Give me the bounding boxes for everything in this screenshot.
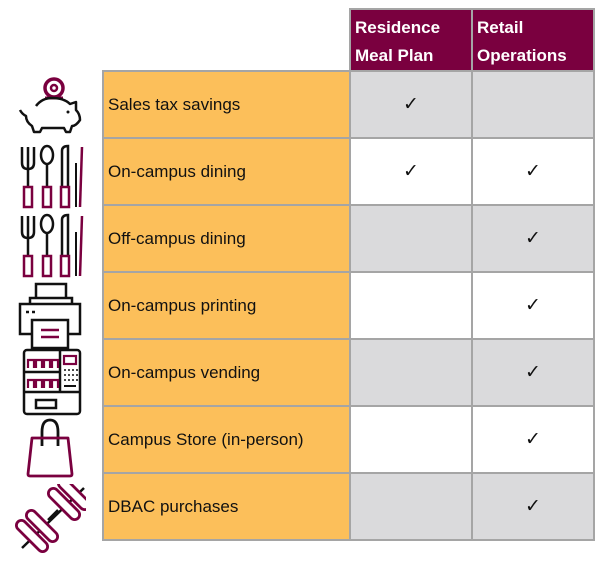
- cell-residence: [349, 204, 473, 273]
- piggy-bank-icon: [14, 74, 86, 143]
- printer-icon: [14, 280, 86, 350]
- table-row: On-campus dining ✓ ✓: [102, 137, 595, 206]
- row-label: DBAC purchases: [102, 472, 351, 541]
- table-row: On-campus printing ✓: [102, 271, 595, 340]
- table-row: On-campus vending ✓: [102, 338, 595, 407]
- column-header-residence-meal-plan: Residence Meal Plan: [349, 8, 473, 72]
- shopping-bag-icon: [14, 416, 86, 485]
- cell-retail: ✓: [471, 405, 595, 474]
- table-row: Campus Store (in-person) ✓: [102, 405, 595, 474]
- comparison-table: Residence Meal Plan Retail Operations Sa…: [102, 8, 595, 541]
- cell-retail: ✓: [471, 204, 595, 273]
- table-row: Sales tax savings ✓: [102, 70, 595, 139]
- row-label: On-campus dining: [102, 137, 351, 206]
- row-label: On-campus printing: [102, 271, 351, 340]
- header-blank: [103, 9, 350, 71]
- cell-retail: ✓: [471, 338, 595, 407]
- column-header-line1: Retail: [477, 18, 524, 37]
- utensils-icon: [14, 143, 86, 212]
- cell-residence: ✓: [349, 137, 473, 206]
- checkmark-icon: ✓: [525, 495, 541, 517]
- row-label: On-campus vending: [102, 338, 351, 407]
- cell-residence: [349, 338, 473, 407]
- row-label: Sales tax savings: [102, 70, 351, 139]
- checkmark-icon: ✓: [403, 93, 419, 115]
- column-header-line2: Meal Plan: [355, 46, 434, 65]
- column-header-line1: Residence: [355, 18, 441, 37]
- column-header-retail-operations: Retail Operations: [471, 8, 595, 72]
- cell-retail: ✓: [471, 271, 595, 340]
- checkmark-icon: ✓: [525, 428, 541, 450]
- dumbbell-icon: [14, 476, 92, 554]
- cell-residence: [349, 271, 473, 340]
- utensils-icon: [14, 212, 86, 281]
- checkmark-icon: ✓: [525, 361, 541, 383]
- cell-residence: [349, 405, 473, 474]
- cell-retail: ✓: [471, 137, 595, 206]
- table-row: Off-campus dining ✓: [102, 204, 595, 273]
- vending-machine-icon: [14, 348, 86, 417]
- cell-residence: [349, 472, 473, 541]
- cell-retail: [471, 70, 595, 139]
- checkmark-icon: ✓: [525, 227, 541, 249]
- row-label: Campus Store (in-person): [102, 405, 351, 474]
- table-row: DBAC purchases ✓: [102, 472, 595, 541]
- checkmark-icon: ✓: [403, 160, 419, 182]
- checkmark-icon: ✓: [525, 160, 541, 182]
- row-label: Off-campus dining: [102, 204, 351, 273]
- cell-residence: ✓: [349, 70, 473, 139]
- cell-retail: ✓: [471, 472, 595, 541]
- checkmark-icon: ✓: [525, 294, 541, 316]
- header-row: Residence Meal Plan Retail Operations: [103, 8, 595, 72]
- column-header-line2: Operations: [477, 46, 567, 65]
